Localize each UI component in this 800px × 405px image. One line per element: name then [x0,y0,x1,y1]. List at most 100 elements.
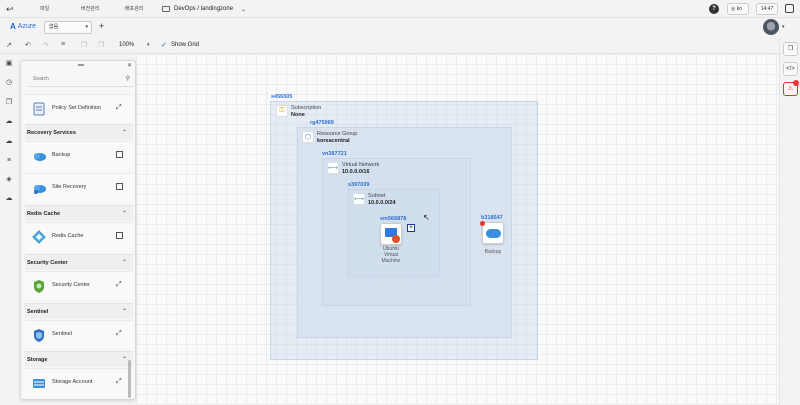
close-icon[interactable]: ✕ [127,62,132,69]
chevron-up-icon[interactable]: ⌃ [122,356,127,363]
site-recovery-icon [34,185,46,194]
palette-item-backup[interactable]: Backup [25,141,133,169]
link-icon[interactable]: ⤢ [116,330,123,337]
format-icon[interactable]: ≡ [61,41,65,48]
chevron-down-icon[interactable]: ▾ [782,24,785,30]
virtual-network-type: Virtual Network [342,162,380,168]
azure-logo-icon: A [10,22,16,31]
virtual-network-chip: ⟷ Virtual Network 10.0.0.0/16 [327,162,379,175]
tabs-bar: A Azure 없음 ▾ + ▾ [0,18,800,38]
vm-label: Ubuntu Virtual Machine [372,246,410,264]
section-security-center[interactable]: Security Center ⌃ [25,254,133,270]
key-icon: ⚿ [276,105,288,117]
top-bar: ↩ 파일 버전관리 배포관리 DevOps / landingzone ⌄ ? … [0,0,800,18]
add-checkbox[interactable] [116,232,123,239]
cloud-icon[interactable]: ☁ [5,118,13,126]
link-icon[interactable]: ⤢ [116,378,123,385]
backup-node[interactable] [482,222,504,244]
cloud-upload-icon[interactable]: ☁ [5,138,13,146]
avatar[interactable] [763,19,779,35]
section-title: Security Center [27,260,68,266]
paste-icon[interactable]: ❐ [98,41,104,49]
chevron-up-icon[interactable]: ⌃ [122,129,127,136]
palette-item-sentinel[interactable]: Sentinel ⤢ [25,320,133,348]
error-dot-icon [480,221,485,226]
save-icon[interactable]: ▣ [5,60,13,68]
storage-account-icon [33,379,45,388]
tab-select[interactable]: 없음 ▾ [44,21,92,34]
palette-item-policy-set-definition[interactable]: Policy Set Definition ⤢ [25,94,133,122]
section-sentinel[interactable]: Sentinel ⌃ [25,303,133,319]
section-title: Redis Cache [27,211,61,217]
resource-group-id: rg475969 [310,120,334,126]
ubuntu-logo-icon [392,235,400,243]
notification-badge [793,80,799,86]
add-checkbox[interactable] [116,151,123,158]
menu-version[interactable]: 버전관리 [81,5,99,12]
properties-button[interactable]: ❐ [783,42,798,56]
link-icon[interactable]: ⤢ [116,104,123,111]
palette-item-storage-account[interactable]: Storage Account ⤢ [25,368,133,396]
help-button[interactable]: ? [709,4,719,14]
subnet-icon: ⟷ [353,193,365,205]
redo-icon[interactable]: ↷ [43,41,49,49]
shield-icon[interactable]: ◈ [5,176,13,184]
search-input[interactable] [29,73,119,85]
palette-item-site-recovery[interactable]: Site Recovery [25,173,133,201]
layers-icon[interactable]: ❐ [5,99,13,107]
menu-deploy[interactable]: 배포관리 [125,5,143,12]
add-checkbox[interactable] [116,183,123,190]
history-icon[interactable]: ◷ [5,79,13,87]
language-button[interactable]: ◎ ko [727,3,749,15]
window-icon[interactable] [785,4,794,13]
palette-scrollbar[interactable] [128,360,131,398]
expand-button[interactable]: + [407,224,415,232]
virtual-network-value: 10.0.0.0/16 [342,168,370,175]
subscription-chip: ⚿ Subscription None [276,105,321,118]
security-center-icon [34,280,44,293]
exit-icon[interactable]: ↩ [6,4,16,14]
chevron-down-icon[interactable]: ▾ [147,42,150,48]
section-storage[interactable]: Storage ⌃ [25,351,133,367]
database-icon[interactable]: ≡ [5,157,13,165]
menu-file[interactable]: 파일 [40,5,49,12]
redis-icon [32,230,46,244]
search-icon[interactable]: ⚲ [126,75,130,82]
breadcrumb[interactable]: DevOps / landingzone ⌄ [162,4,246,14]
add-tab-button[interactable]: + [99,21,104,31]
sentinel-icon [34,329,44,342]
palette-item-label: Sentinel [52,331,72,337]
backup-icon [34,153,46,161]
folder-icon [162,6,170,12]
warnings-button[interactable]: ⚠ [783,80,799,96]
export-icon[interactable]: ↗ [6,41,12,49]
vm-node[interactable] [380,223,402,245]
show-grid-checkbox[interactable]: ✓ [161,41,167,49]
section-title: Recovery Services [27,130,76,136]
show-grid-label[interactable]: Show Grid [171,42,199,48]
palette-item-redis-cache[interactable]: Redis Cache [25,222,133,250]
policy-icon [33,102,45,116]
clock: 14:47 [756,3,778,15]
mouse-cursor-icon: ↖ [423,213,430,222]
copy-icon[interactable]: ❐ [81,41,87,49]
section-redis-cache[interactable]: Redis Cache ⌃ [25,205,133,221]
right-rail: ❐ </> ⚠ [779,38,800,405]
chevron-down-icon[interactable]: ⌄ [241,6,246,13]
subnet-id: s397039 [348,182,370,188]
chevron-up-icon[interactable]: ⌃ [122,210,127,217]
palette-item-label: Site Recovery [52,184,87,190]
undo-icon[interactable]: ↶ [25,41,31,49]
code-view-button[interactable]: </> [783,62,798,76]
palette-item-security-center[interactable]: Security Center ⤢ [25,271,133,299]
zoom-level[interactable]: 100% [119,42,134,48]
palette-search[interactable]: ⚲ [29,73,133,87]
drag-handle-icon[interactable] [78,64,84,66]
section-recovery-services[interactable]: Recovery Services ⌃ [25,124,133,140]
palette-item-label: Storage Account [52,379,93,385]
chevron-up-icon[interactable]: ⌃ [122,308,127,315]
resource-group-icon: ⬡ [302,131,314,143]
chevron-up-icon[interactable]: ⌃ [122,259,127,266]
cloud-download-icon[interactable]: ☁ [5,195,13,203]
link-icon[interactable]: ⤢ [116,281,123,288]
